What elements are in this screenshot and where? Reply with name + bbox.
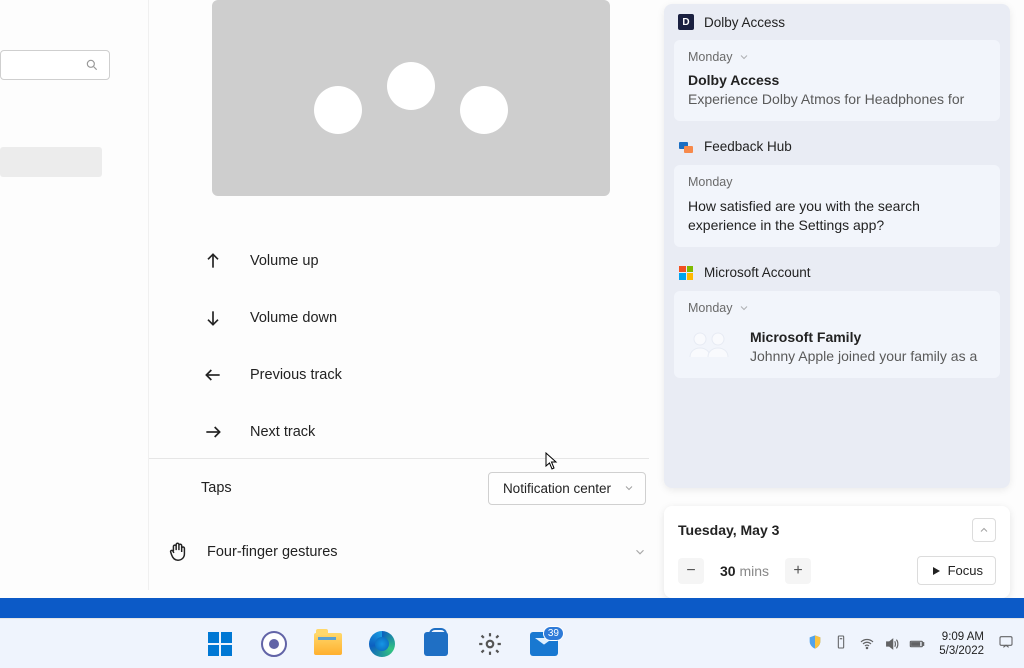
gesture-label: Volume up [250, 253, 319, 269]
gear-icon [477, 631, 503, 657]
gesture-volume-up[interactable]: Volume up [201, 232, 621, 289]
edge-button[interactable] [362, 624, 402, 664]
clock[interactable]: 9:09 AM 5/3/2022 [935, 630, 988, 659]
notif-app-header-feedback[interactable]: Feedback Hub [664, 129, 1010, 159]
four-finger-gestures-row[interactable]: Four-finger gestures [167, 533, 647, 571]
edge-icon [369, 631, 395, 657]
file-explorer-button[interactable] [308, 624, 348, 664]
settings-content: Volume up Volume down Previous track Nex… [149, 0, 658, 590]
store-button[interactable] [416, 624, 456, 664]
taps-label: Taps [201, 480, 232, 496]
chat-icon [261, 631, 287, 657]
arrow-right-icon [201, 422, 225, 442]
focus-button[interactable]: Focus [917, 556, 996, 585]
dolby-icon: D [678, 14, 694, 30]
notif-app-header-dolby[interactable]: D Dolby Access [664, 4, 1010, 34]
decrease-duration-button[interactable]: − [678, 558, 704, 584]
security-icon[interactable] [807, 634, 823, 655]
arrow-left-icon [201, 365, 225, 385]
search-icon [85, 58, 99, 72]
store-icon [424, 632, 448, 656]
microsoft-icon [678, 265, 694, 281]
notification-card-dolby[interactable]: Monday Dolby Access Experience Dolby Atm… [674, 40, 1000, 121]
notif-timestamp: Monday [688, 301, 732, 315]
notif-app-name: Feedback Hub [704, 139, 792, 154]
notif-body: How satisfied are you with the search ex… [688, 197, 986, 235]
search-input[interactable] [0, 50, 110, 80]
notif-title: Dolby Access [688, 72, 986, 88]
mail-button[interactable]: 39 [524, 624, 564, 664]
notif-app-name: Dolby Access [704, 15, 785, 30]
volume-icon [884, 636, 900, 652]
calendar-focus-panel: Tuesday, May 3 − 30 mins + Focus [664, 506, 1010, 598]
sidebar-selected-item[interactable] [0, 147, 102, 177]
notification-card-feedback[interactable]: Monday How satisfied are you with the se… [674, 165, 1000, 247]
taps-dropdown[interactable]: Notification center [488, 472, 646, 505]
notification-center: D Dolby Access Monday Dolby Access Exper… [664, 4, 1010, 488]
windows-icon [208, 632, 232, 656]
mail-badge: 39 [543, 626, 564, 641]
notifications-button[interactable] [998, 634, 1014, 655]
collapse-button[interactable] [972, 518, 996, 542]
notification-card-family[interactable]: Monday Microsoft Family Johnny Apple joi… [674, 291, 1000, 378]
taskbar: 39 9:09 AM 5/3/2022 [0, 618, 1024, 668]
notif-body: Johnny Apple joined your family as a [750, 347, 977, 366]
gesture-label: Next track [250, 424, 315, 440]
increase-duration-button[interactable]: + [785, 558, 811, 584]
chevron-up-icon [978, 524, 990, 536]
gesture-label: Volume down [250, 310, 337, 326]
wifi-icon [859, 636, 875, 652]
network-sound-battery[interactable] [859, 636, 925, 652]
chat-button[interactable] [254, 624, 294, 664]
start-button[interactable] [200, 624, 240, 664]
system-tray: 9:09 AM 5/3/2022 [807, 619, 1014, 668]
chevron-down-icon [738, 302, 750, 314]
notif-timestamp: Monday [688, 50, 732, 64]
notif-app-header-msaccount[interactable]: Microsoft Account [664, 255, 1010, 285]
gesture-preview-graphic [212, 0, 610, 196]
notif-timestamp: Monday [688, 175, 732, 189]
feedback-hub-icon [678, 139, 694, 155]
play-icon [930, 565, 942, 577]
chevron-down-icon [738, 51, 750, 63]
gesture-next-track[interactable]: Next track [201, 403, 621, 460]
family-icon [688, 329, 734, 359]
usb-icon[interactable] [833, 634, 849, 655]
folder-icon [314, 633, 342, 655]
hand-icon [167, 541, 189, 563]
gesture-volume-down[interactable]: Volume down [201, 289, 621, 346]
settings-sidebar [0, 0, 149, 590]
chevron-down-icon [623, 482, 635, 494]
chevron-down-icon [633, 545, 647, 559]
notif-body: Experience Dolby Atmos for Headphones fo… [688, 90, 986, 109]
mail-icon: 39 [530, 632, 558, 656]
arrow-down-icon [201, 308, 225, 328]
settings-button[interactable] [470, 624, 510, 664]
arrow-up-icon [201, 251, 225, 271]
battery-icon [909, 636, 925, 652]
four-finger-label: Four-finger gestures [207, 544, 615, 560]
gesture-label: Previous track [250, 367, 342, 383]
gesture-previous-track[interactable]: Previous track [201, 346, 621, 403]
notif-app-name: Microsoft Account [704, 265, 811, 280]
notif-title: Microsoft Family [750, 329, 977, 345]
taps-dropdown-value: Notification center [503, 481, 611, 496]
focus-duration: 30 mins [720, 563, 769, 579]
taps-setting-row: Taps Notification center [201, 468, 646, 508]
focus-date: Tuesday, May 3 [678, 522, 779, 538]
